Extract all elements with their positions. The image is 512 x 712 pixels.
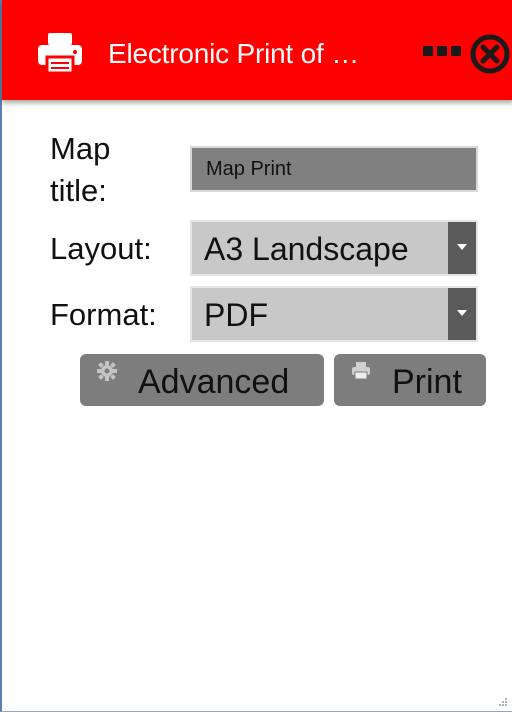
close-icon[interactable] [470, 34, 510, 74]
printer-icon [352, 362, 370, 380]
layout-label: Layout: [50, 231, 152, 266]
map-title-label: Map title: [50, 131, 111, 208]
print-button-label: Print [392, 363, 462, 401]
print-widget-panel: Electronic Print of … Map title: Layout:… [0, 0, 512, 712]
format-dropdown-arrow[interactable] [448, 288, 476, 340]
format-label: Format: [50, 297, 157, 332]
advanced-button-label: Advanced [138, 363, 290, 401]
map-title-input[interactable] [190, 146, 478, 192]
widget-header: Electronic Print of … [2, 0, 512, 100]
format-selected-value: PDF [204, 297, 268, 333]
chevron-down-icon [457, 244, 467, 250]
gear-icon [97, 361, 117, 381]
printer-icon [38, 33, 82, 75]
layout-selected-value: A3 Landscape [204, 231, 409, 267]
widget-title: Electronic Print of … [108, 38, 359, 69]
resize-grip-icon[interactable] [498, 697, 508, 707]
chevron-down-icon [457, 310, 467, 316]
print-button[interactable]: Print [334, 354, 486, 406]
more-options-icon[interactable] [422, 44, 462, 58]
layout-select[interactable]: A3 Landscape [190, 220, 478, 276]
format-select[interactable]: PDF [190, 286, 478, 342]
layout-dropdown-arrow[interactable] [448, 222, 476, 274]
advanced-button[interactable]: Advanced [80, 354, 324, 406]
